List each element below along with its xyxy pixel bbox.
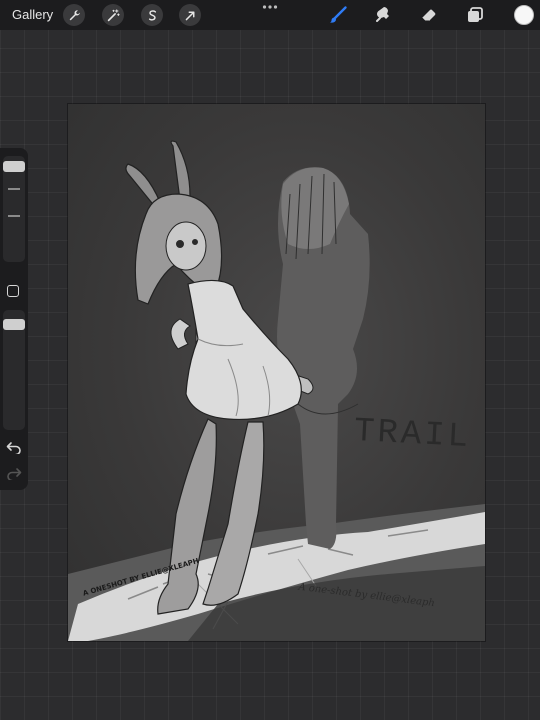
undo-icon[interactable] — [6, 440, 22, 454]
slider-tick — [8, 215, 20, 217]
gallery-button[interactable]: Gallery — [12, 7, 53, 22]
redo-icon[interactable] — [6, 466, 22, 480]
modify-button[interactable] — [7, 285, 19, 297]
eraser-tool-button[interactable] — [418, 4, 440, 26]
selection-s-icon — [148, 9, 156, 21]
brush-size-slider[interactable] — [3, 156, 25, 262]
smudge-icon — [376, 7, 389, 22]
top-toolbar: Gallery — [0, 0, 540, 30]
brush-size-handle[interactable] — [3, 161, 25, 172]
left-sidebar — [0, 148, 28, 490]
eraser-icon — [421, 9, 436, 22]
brush-tool-button[interactable] — [327, 4, 349, 26]
brush-icon — [330, 6, 347, 23]
smudge-tool-button[interactable] — [372, 4, 394, 26]
layers-button[interactable] — [464, 4, 486, 26]
artwork-title-text: TRAIL — [353, 412, 472, 458]
ellipsis-icon[interactable] — [262, 4, 278, 10]
selection-button[interactable] — [141, 4, 163, 26]
actions-button[interactable] — [63, 4, 85, 26]
adjustments-button[interactable] — [102, 4, 124, 26]
transform-button[interactable] — [179, 4, 201, 26]
magic-wand-icon — [107, 8, 120, 21]
color-picker-button[interactable] — [514, 5, 534, 25]
artwork-illustration — [68, 140, 485, 641]
wrench-icon — [69, 9, 80, 20]
opacity-handle[interactable] — [3, 319, 25, 330]
arrow-cursor-icon — [185, 11, 194, 20]
drawing-canvas[interactable]: TRAIL A ONESHOT BY ELLIE@XLEAPH A one-sh… — [68, 104, 485, 641]
opacity-slider[interactable] — [3, 310, 25, 430]
layers-icon — [468, 7, 483, 22]
slider-tick — [8, 188, 20, 190]
